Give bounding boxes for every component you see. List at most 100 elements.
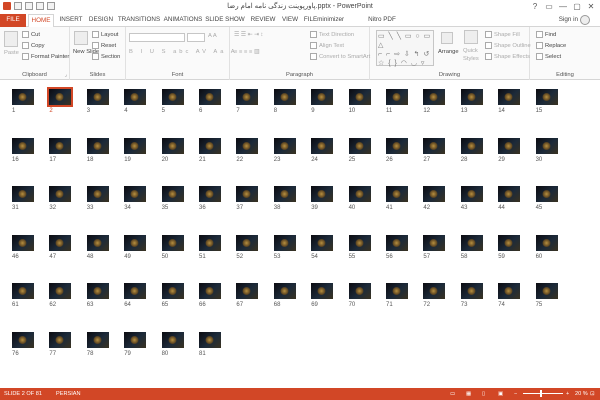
change-case-button[interactable]: Aa [213, 49, 226, 55]
tab-view[interactable]: VIEW [280, 14, 300, 27]
slide-thumbnail[interactable]: 58 [460, 234, 483, 260]
slide-thumbnail[interactable]: 11 [386, 89, 408, 114]
slide-thumbnail[interactable]: 47 [49, 234, 72, 260]
convert-smartart-button[interactable]: Convert to SmartArt [310, 53, 370, 60]
slide-thumbnail[interactable]: 56 [386, 234, 408, 260]
slide-thumbnail[interactable]: 53 [273, 234, 296, 260]
slide-thumbnail[interactable]: 4 [124, 89, 147, 114]
slide-thumbnail[interactable]: 69 [311, 283, 334, 308]
slide-thumbnail[interactable]: 64 [124, 283, 147, 308]
tab-design[interactable]: DESIGN [87, 14, 115, 27]
slide-thumbnail[interactable]: 20 [161, 137, 184, 163]
slide-thumbnail[interactable]: 62 [49, 283, 72, 308]
slide-thumbnail[interactable]: 13 [460, 89, 483, 114]
slide-thumbnail[interactable]: 6 [199, 89, 221, 114]
tab-nitro-pdf[interactable]: Nitro PDF Professional [350, 14, 414, 35]
slide-thumbnail[interactable]: 23 [273, 137, 296, 163]
user-icon[interactable] [580, 15, 590, 25]
new-slide-icon[interactable] [74, 31, 88, 45]
tab-home[interactable]: HOME [28, 14, 54, 27]
tab-insert[interactable]: INSERT [57, 14, 85, 27]
slide-thumbnail[interactable]: 33 [86, 186, 109, 211]
align-text-button[interactable]: Align Text [310, 42, 344, 49]
tab-fileminimizer[interactable]: FILEminimizer [303, 14, 345, 27]
slide-thumbnail[interactable]: 1 [12, 89, 34, 114]
help-icon[interactable]: ? [528, 0, 542, 12]
slide-thumbnail[interactable]: 36 [199, 186, 221, 211]
slide-thumbnail[interactable]: 51 [199, 234, 221, 260]
slide-thumbnail[interactable]: 49 [124, 234, 147, 260]
tab-slide-show[interactable]: SLIDE SHOW [205, 14, 245, 27]
paste-button[interactable]: Paste [4, 50, 19, 56]
slide-thumbnail[interactable]: 55 [348, 234, 371, 260]
reset-button[interactable]: Reset [92, 42, 116, 49]
slide-thumbnail[interactable]: 25 [348, 137, 371, 163]
close-button[interactable]: ✕ [584, 0, 598, 12]
slide-thumbnail[interactable]: 61 [12, 283, 34, 308]
text-direction-button[interactable]: Text Direction [310, 31, 354, 38]
slide-thumbnail[interactable]: 48 [86, 234, 109, 260]
italic-button[interactable]: I [141, 49, 146, 55]
bold-button[interactable]: B [129, 49, 136, 55]
slide-thumbnail[interactable]: 57 [423, 234, 446, 260]
slide-thumbnail[interactable]: 50 [161, 234, 184, 260]
zoom-out-icon[interactable]: − [514, 391, 517, 397]
arrange-icon[interactable] [441, 32, 453, 44]
normal-view-icon[interactable]: ▭ [450, 391, 455, 397]
slide-thumbnail[interactable]: 18 [86, 137, 109, 163]
reading-view-icon[interactable]: ▯ [482, 391, 485, 397]
slide-thumbnail[interactable]: 29 [498, 137, 521, 163]
font-size-field[interactable] [187, 33, 205, 42]
slide-thumbnail[interactable]: 72 [423, 283, 446, 308]
underline-button[interactable]: U [150, 49, 157, 55]
slide-thumbnail[interactable]: 76 [12, 331, 34, 357]
replace-button[interactable]: Replace [536, 42, 566, 49]
slide-thumbnail[interactable]: 41 [386, 186, 408, 211]
spacing-button[interactable]: AV [196, 49, 209, 55]
zoom-slider[interactable] [523, 393, 563, 394]
font-size-buttons[interactable]: A A [208, 33, 217, 39]
shapes-gallery[interactable]: ▭ ╲ ╲ ▭ ○ ▭ △ ⌐ ⌐ ⇨ ⇩ ↰ ↺ ☆ { } ◠ ◡ ▿ [376, 30, 434, 67]
format-painter-button[interactable]: Format Painter [22, 53, 69, 60]
slide-thumbnail[interactable]: 28 [460, 137, 483, 163]
slide-thumbnail[interactable]: 68 [273, 283, 296, 308]
slideshow-view-icon[interactable]: ▣ [498, 391, 503, 397]
slide-thumbnail[interactable]: 79 [124, 331, 147, 357]
list-buttons[interactable]: ☰ ☰ ⇤ ⇥ ↕ [234, 32, 263, 38]
language-indicator[interactable]: PERSIAN [56, 391, 81, 397]
slide-thumbnail[interactable]: 14 [498, 89, 521, 114]
fit-to-window-icon[interactable]: ⊡ [590, 391, 595, 397]
slide-thumbnail[interactable]: 31 [12, 186, 34, 211]
find-button[interactable]: Find [536, 31, 556, 38]
font-name-field[interactable] [129, 33, 185, 42]
quick-styles-button[interactable]: Quick Styles [463, 47, 483, 63]
dialog-launcher-icon[interactable]: ⌟ [65, 72, 67, 78]
slide-thumbnail[interactable]: 32 [49, 186, 72, 211]
slide-thumbnail[interactable]: 70 [348, 283, 371, 308]
slide-thumbnail[interactable]: 15 [535, 89, 558, 114]
slide-thumbnail[interactable]: 30 [535, 137, 558, 163]
slide-thumbnail[interactable]: 43 [460, 186, 483, 211]
slide-thumbnail[interactable]: 9 [311, 89, 334, 114]
slide-thumbnail[interactable]: 5 [161, 89, 184, 114]
arrange-button[interactable]: Arrange [438, 49, 459, 55]
slide-thumbnail[interactable]: 71 [386, 283, 408, 308]
select-button[interactable]: Select [536, 53, 561, 60]
zoom-in-icon[interactable]: + [566, 391, 569, 397]
slide-thumbnail[interactable]: 34 [124, 186, 147, 211]
slide-thumbnail[interactable]: 74 [498, 283, 521, 308]
slide-thumbnail[interactable]: 67 [236, 283, 259, 308]
slide-thumbnail[interactable]: 17 [49, 137, 72, 163]
slide-sorter-view[interactable]: 1 2 3 4 5 6 7 8 9 10 11 12 13 14 15 16 17 18 19 20 21 22 23 24 2… [0, 80, 600, 388]
slide-thumbnail[interactable]: 38 [273, 186, 296, 211]
slide-thumbnail[interactable]: 77 [49, 331, 72, 357]
slide-thumbnail[interactable]: 3 [86, 89, 109, 114]
shape-effects-button[interactable]: Shape Effects [485, 53, 530, 60]
align-buttons[interactable]: ≡ ≡ ≡ ≡ ▥ [234, 49, 259, 55]
shadow-button[interactable]: S [162, 49, 169, 55]
tab-animations[interactable]: ANIMATIONS [163, 14, 203, 27]
slide-thumbnail[interactable]: 24 [311, 137, 334, 163]
strikethrough-button[interactable]: abc [173, 49, 191, 55]
zoom-level[interactable]: 20 % [575, 391, 588, 397]
slide-thumbnail[interactable]: 26 [386, 137, 408, 163]
